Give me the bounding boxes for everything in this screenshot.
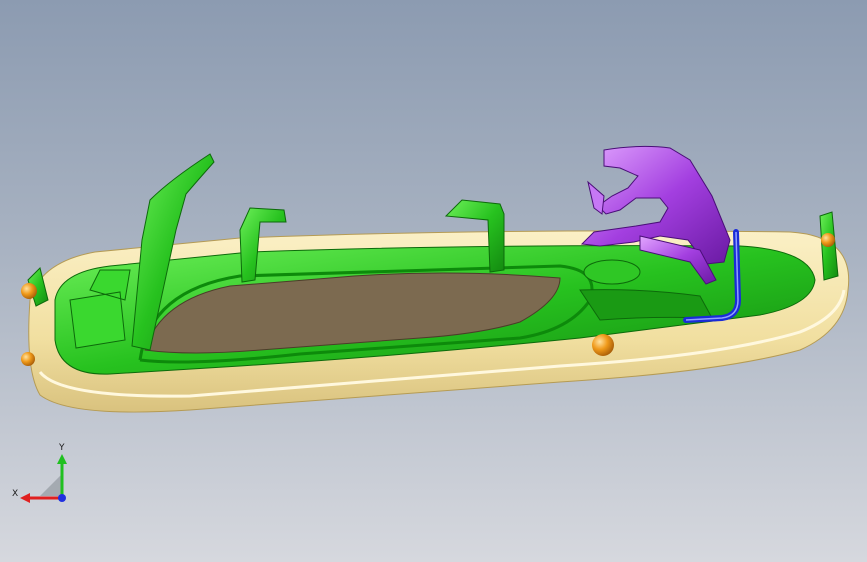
x-axis-label: X <box>12 489 18 499</box>
3d-model[interactable] <box>0 0 867 562</box>
y-axis-arrow-icon <box>57 454 67 464</box>
locator-sphere[interactable] <box>21 283 37 299</box>
purple-claw <box>587 180 605 215</box>
y-axis-label: Y <box>58 443 65 453</box>
model-viewport[interactable]: X Y <box>0 0 867 562</box>
triad-plane-icon <box>40 474 62 496</box>
locator-sphere[interactable] <box>592 334 614 356</box>
locator-sphere[interactable] <box>21 352 35 366</box>
green-boss <box>583 259 641 285</box>
z-axis-dot-icon <box>58 494 66 502</box>
x-axis-arrow-icon <box>20 493 30 503</box>
locator-sphere[interactable] <box>821 233 835 247</box>
axis-triad[interactable]: X Y <box>10 440 80 510</box>
